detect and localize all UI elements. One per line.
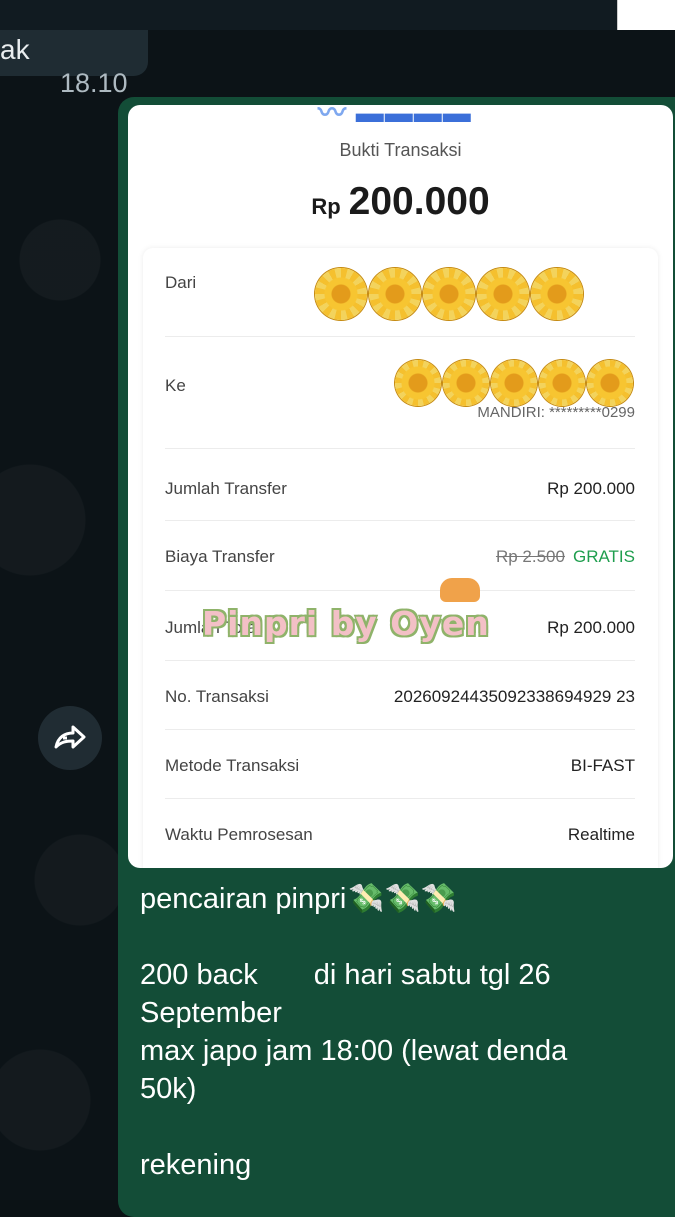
amount-currency: Rp bbox=[311, 194, 341, 219]
previous-message-text: ak bbox=[0, 34, 30, 65]
row-value: BI-FAST bbox=[570, 756, 635, 775]
message-line: 200 back bbox=[140, 959, 258, 991]
old-fee: Rp 2.500 bbox=[495, 547, 565, 566]
flower-sticker-icon bbox=[395, 360, 441, 406]
money-wings-emoji-icon: 💸💸💸 bbox=[348, 883, 457, 915]
message-line: September bbox=[140, 997, 282, 1029]
divider bbox=[165, 798, 635, 799]
receipt-details: Dari Ke MANDIRI: *********0299 Jumlah Tr… bbox=[143, 248, 658, 868]
forward-icon bbox=[54, 725, 86, 749]
row-label: Dari bbox=[165, 273, 197, 292]
redaction-stickers-to bbox=[395, 360, 633, 406]
row-value: 20260924435092338694929 23 bbox=[393, 687, 635, 706]
divider bbox=[165, 520, 635, 521]
redaction-stickers-from bbox=[315, 268, 583, 320]
row-label: Ke bbox=[165, 376, 186, 395]
row-label: Jumlah Transfer bbox=[165, 479, 287, 498]
flower-sticker-icon bbox=[423, 268, 475, 320]
watermark-text: Pinpri by Oyen bbox=[202, 604, 490, 643]
row-value: Realtime bbox=[567, 825, 635, 844]
divider bbox=[165, 729, 635, 730]
divider bbox=[165, 448, 635, 449]
flower-sticker-icon bbox=[315, 268, 367, 320]
bank-logo: 〰 ▬▬▬▬ bbox=[318, 105, 472, 128]
to-account-number: MANDIRI: *********0299 bbox=[477, 404, 635, 421]
top-bar bbox=[0, 0, 675, 30]
divider bbox=[165, 336, 635, 337]
message-line: pencairan pinpri bbox=[140, 883, 347, 915]
row-label: Biaya Transfer bbox=[165, 547, 275, 566]
flower-sticker-icon bbox=[531, 268, 583, 320]
message-line: 50k) bbox=[140, 1073, 197, 1105]
message-line: di hari sabtu tgl 26 bbox=[313, 959, 551, 991]
row-label: Waktu Pemrosesan bbox=[165, 825, 313, 844]
flower-sticker-icon bbox=[587, 360, 633, 406]
message-line: rekening bbox=[140, 1149, 252, 1181]
flower-sticker-icon bbox=[539, 360, 585, 406]
message-text: pencairan pinpri💸💸💸 200 back di hari sabt… bbox=[140, 880, 640, 1184]
message-line: max japo jam 18:00 (lewat denda bbox=[140, 1035, 568, 1067]
watermark-sticker: Pinpri by Oyen bbox=[190, 578, 540, 664]
fee-free-label: GRATIS bbox=[572, 547, 635, 566]
row-label: No. Transaksi bbox=[165, 687, 269, 706]
flower-sticker-icon bbox=[477, 268, 529, 320]
amount-value: 200.000 bbox=[348, 180, 490, 223]
previous-message-bubble[interactable]: ak 18.10 bbox=[0, 30, 148, 98]
row-label: Metode Transaksi bbox=[165, 756, 300, 775]
flower-sticker-icon bbox=[369, 268, 421, 320]
receipt-title: Bukti Transaksi bbox=[339, 140, 462, 160]
row-value: Rp 200.000 bbox=[547, 618, 635, 637]
flower-sticker-icon bbox=[491, 360, 537, 406]
previous-message-time: 18.10 bbox=[60, 68, 128, 98]
row-value: Rp 200.000 bbox=[547, 479, 635, 498]
divider bbox=[165, 590, 635, 591]
receipt-amount: Rp 200.000 bbox=[128, 180, 673, 224]
corner-thumbnail bbox=[617, 0, 675, 30]
flower-sticker-icon bbox=[443, 360, 489, 406]
cat-sticker-icon bbox=[440, 578, 480, 602]
row-value: Rp 2.500 GRATIS bbox=[496, 547, 635, 567]
forward-button[interactable] bbox=[38, 706, 102, 770]
transaction-receipt-image[interactable]: 〰 ▬▬▬▬ Bukti Transaksi Rp 200.000 Dari Ke… bbox=[128, 105, 673, 868]
